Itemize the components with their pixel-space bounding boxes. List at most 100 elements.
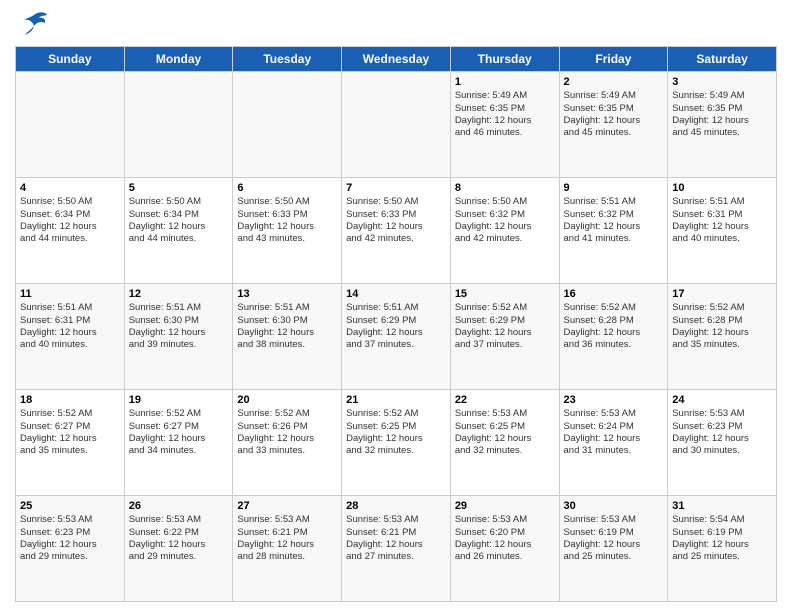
table-row: 13Sunrise: 5:51 AM Sunset: 6:30 PM Dayli…: [233, 284, 342, 390]
calendar-table: Sunday Monday Tuesday Wednesday Thursday…: [15, 46, 777, 602]
table-row: [342, 72, 451, 178]
table-row: 20Sunrise: 5:52 AM Sunset: 6:26 PM Dayli…: [233, 390, 342, 496]
calendar-week-row: 25Sunrise: 5:53 AM Sunset: 6:23 PM Dayli…: [16, 496, 777, 602]
table-row: 21Sunrise: 5:52 AM Sunset: 6:25 PM Dayli…: [342, 390, 451, 496]
table-row: 2Sunrise: 5:49 AM Sunset: 6:35 PM Daylig…: [559, 72, 668, 178]
day-number: 11: [20, 287, 120, 301]
calendar-week-row: 1Sunrise: 5:49 AM Sunset: 6:35 PM Daylig…: [16, 72, 777, 178]
table-row: 7Sunrise: 5:50 AM Sunset: 6:33 PM Daylig…: [342, 178, 451, 284]
day-info: Sunrise: 5:52 AM Sunset: 6:26 PM Dayligh…: [237, 408, 337, 457]
day-info: Sunrise: 5:54 AM Sunset: 6:19 PM Dayligh…: [672, 514, 772, 563]
day-number: 12: [129, 287, 229, 301]
table-row: [16, 72, 125, 178]
table-row: 16Sunrise: 5:52 AM Sunset: 6:28 PM Dayli…: [559, 284, 668, 390]
table-row: [124, 72, 233, 178]
table-row: 9Sunrise: 5:51 AM Sunset: 6:32 PM Daylig…: [559, 178, 668, 284]
day-info: Sunrise: 5:53 AM Sunset: 6:21 PM Dayligh…: [237, 514, 337, 563]
day-number: 26: [129, 499, 229, 513]
day-number: 22: [455, 393, 555, 407]
header-monday: Monday: [124, 47, 233, 72]
table-row: 4Sunrise: 5:50 AM Sunset: 6:34 PM Daylig…: [16, 178, 125, 284]
day-info: Sunrise: 5:52 AM Sunset: 6:27 PM Dayligh…: [20, 408, 120, 457]
logo: [15, 10, 49, 38]
day-number: 25: [20, 499, 120, 513]
day-info: Sunrise: 5:53 AM Sunset: 6:19 PM Dayligh…: [564, 514, 664, 563]
day-info: Sunrise: 5:50 AM Sunset: 6:33 PM Dayligh…: [237, 196, 337, 245]
table-row: 1Sunrise: 5:49 AM Sunset: 6:35 PM Daylig…: [450, 72, 559, 178]
table-row: 6Sunrise: 5:50 AM Sunset: 6:33 PM Daylig…: [233, 178, 342, 284]
day-number: 31: [672, 499, 772, 513]
header: [15, 10, 777, 38]
table-row: 5Sunrise: 5:50 AM Sunset: 6:34 PM Daylig…: [124, 178, 233, 284]
day-number: 19: [129, 393, 229, 407]
header-wednesday: Wednesday: [342, 47, 451, 72]
day-info: Sunrise: 5:49 AM Sunset: 6:35 PM Dayligh…: [672, 90, 772, 139]
day-info: Sunrise: 5:53 AM Sunset: 6:24 PM Dayligh…: [564, 408, 664, 457]
header-tuesday: Tuesday: [233, 47, 342, 72]
day-number: 15: [455, 287, 555, 301]
table-row: 22Sunrise: 5:53 AM Sunset: 6:25 PM Dayli…: [450, 390, 559, 496]
table-row: 25Sunrise: 5:53 AM Sunset: 6:23 PM Dayli…: [16, 496, 125, 602]
day-number: 2: [564, 75, 664, 89]
day-info: Sunrise: 5:53 AM Sunset: 6:23 PM Dayligh…: [20, 514, 120, 563]
header-saturday: Saturday: [668, 47, 777, 72]
header-friday: Friday: [559, 47, 668, 72]
day-number: 27: [237, 499, 337, 513]
table-row: [233, 72, 342, 178]
table-row: 12Sunrise: 5:51 AM Sunset: 6:30 PM Dayli…: [124, 284, 233, 390]
day-info: Sunrise: 5:51 AM Sunset: 6:30 PM Dayligh…: [237, 302, 337, 351]
table-row: 15Sunrise: 5:52 AM Sunset: 6:29 PM Dayli…: [450, 284, 559, 390]
day-number: 9: [564, 181, 664, 195]
day-info: Sunrise: 5:50 AM Sunset: 6:32 PM Dayligh…: [455, 196, 555, 245]
day-info: Sunrise: 5:52 AM Sunset: 6:27 PM Dayligh…: [129, 408, 229, 457]
day-number: 6: [237, 181, 337, 195]
day-info: Sunrise: 5:50 AM Sunset: 6:34 PM Dayligh…: [129, 196, 229, 245]
table-row: 31Sunrise: 5:54 AM Sunset: 6:19 PM Dayli…: [668, 496, 777, 602]
day-number: 4: [20, 181, 120, 195]
calendar-week-row: 11Sunrise: 5:51 AM Sunset: 6:31 PM Dayli…: [16, 284, 777, 390]
day-number: 18: [20, 393, 120, 407]
day-number: 20: [237, 393, 337, 407]
day-info: Sunrise: 5:51 AM Sunset: 6:31 PM Dayligh…: [20, 302, 120, 351]
day-number: 28: [346, 499, 446, 513]
day-number: 17: [672, 287, 772, 301]
calendar-week-row: 4Sunrise: 5:50 AM Sunset: 6:34 PM Daylig…: [16, 178, 777, 284]
day-number: 5: [129, 181, 229, 195]
day-info: Sunrise: 5:52 AM Sunset: 6:25 PM Dayligh…: [346, 408, 446, 457]
day-info: Sunrise: 5:52 AM Sunset: 6:28 PM Dayligh…: [564, 302, 664, 351]
table-row: 29Sunrise: 5:53 AM Sunset: 6:20 PM Dayli…: [450, 496, 559, 602]
day-number: 30: [564, 499, 664, 513]
table-row: 14Sunrise: 5:51 AM Sunset: 6:29 PM Dayli…: [342, 284, 451, 390]
day-number: 1: [455, 75, 555, 89]
day-info: Sunrise: 5:51 AM Sunset: 6:29 PM Dayligh…: [346, 302, 446, 351]
day-info: Sunrise: 5:51 AM Sunset: 6:32 PM Dayligh…: [564, 196, 664, 245]
day-number: 16: [564, 287, 664, 301]
page: Sunday Monday Tuesday Wednesday Thursday…: [0, 0, 792, 612]
table-row: 8Sunrise: 5:50 AM Sunset: 6:32 PM Daylig…: [450, 178, 559, 284]
table-row: 18Sunrise: 5:52 AM Sunset: 6:27 PM Dayli…: [16, 390, 125, 496]
day-info: Sunrise: 5:49 AM Sunset: 6:35 PM Dayligh…: [455, 90, 555, 139]
table-row: 27Sunrise: 5:53 AM Sunset: 6:21 PM Dayli…: [233, 496, 342, 602]
table-row: 11Sunrise: 5:51 AM Sunset: 6:31 PM Dayli…: [16, 284, 125, 390]
day-info: Sunrise: 5:49 AM Sunset: 6:35 PM Dayligh…: [564, 90, 664, 139]
table-row: 24Sunrise: 5:53 AM Sunset: 6:23 PM Dayli…: [668, 390, 777, 496]
table-row: 3Sunrise: 5:49 AM Sunset: 6:35 PM Daylig…: [668, 72, 777, 178]
day-number: 21: [346, 393, 446, 407]
table-row: 26Sunrise: 5:53 AM Sunset: 6:22 PM Dayli…: [124, 496, 233, 602]
day-info: Sunrise: 5:52 AM Sunset: 6:28 PM Dayligh…: [672, 302, 772, 351]
day-info: Sunrise: 5:53 AM Sunset: 6:20 PM Dayligh…: [455, 514, 555, 563]
day-info: Sunrise: 5:51 AM Sunset: 6:30 PM Dayligh…: [129, 302, 229, 351]
day-info: Sunrise: 5:52 AM Sunset: 6:29 PM Dayligh…: [455, 302, 555, 351]
calendar-week-row: 18Sunrise: 5:52 AM Sunset: 6:27 PM Dayli…: [16, 390, 777, 496]
day-info: Sunrise: 5:50 AM Sunset: 6:33 PM Dayligh…: [346, 196, 446, 245]
day-number: 10: [672, 181, 772, 195]
day-info: Sunrise: 5:50 AM Sunset: 6:34 PM Dayligh…: [20, 196, 120, 245]
day-number: 29: [455, 499, 555, 513]
day-number: 7: [346, 181, 446, 195]
day-info: Sunrise: 5:53 AM Sunset: 6:25 PM Dayligh…: [455, 408, 555, 457]
day-number: 24: [672, 393, 772, 407]
day-number: 14: [346, 287, 446, 301]
header-thursday: Thursday: [450, 47, 559, 72]
table-row: 23Sunrise: 5:53 AM Sunset: 6:24 PM Dayli…: [559, 390, 668, 496]
header-sunday: Sunday: [16, 47, 125, 72]
